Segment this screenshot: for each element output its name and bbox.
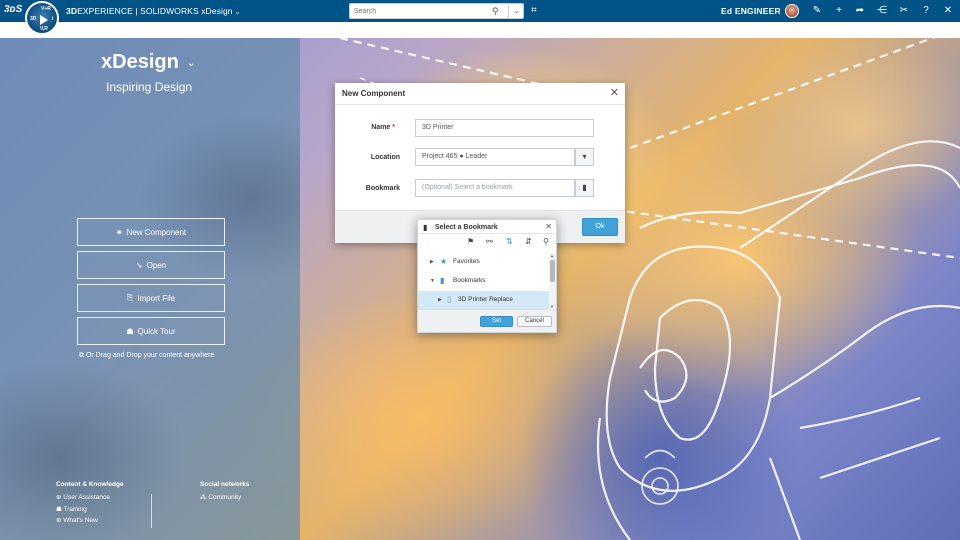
footer-divider [151,494,152,528]
plus-icon[interactable]: + [833,5,845,17]
search-box: ⚲ ⌄ [349,3,524,19]
open-icon: ➘ [135,260,143,270]
bookmark-picker-button[interactable]: ▮ [575,179,594,197]
footer-heading-social: Social networks [200,481,250,488]
tree-scrollbar[interactable]: ▲ ▼ [549,253,556,309]
set-button[interactable]: Set [480,316,513,327]
popup-footer: Set Cancel [418,309,556,332]
bookmark-icon: ▮ [582,183,587,192]
search-scope-dropdown[interactable]: ⌄ [508,5,524,18]
location-dropdown-button[interactable]: ▾ [575,148,594,166]
help-icon[interactable]: ? [920,5,932,17]
popup-title: Select a Bookmark [435,224,498,231]
brand-3d: 3D [66,6,78,16]
top-bar: 3ᴅS 3DEXPERIENCE | SOLIDWORKS xDesign⌄ ⚲… [0,0,960,22]
new-component-button[interactable]: ✷ New Component [77,218,225,246]
cancel-button[interactable]: Cancel [517,316,552,327]
location-field[interactable]: Project 465 ● Leader [415,148,575,166]
name-field[interactable]: 3D Printer [415,119,594,137]
collapse-icon[interactable]: ✕ [942,5,954,17]
location-label: Location [370,154,400,161]
ds-logo[interactable]: 3ᴅS [4,4,22,15]
footer-heading-content: Content & Knowledge [56,481,124,488]
compass-north: V+R [41,6,51,12]
open-button[interactable]: ➘ Open [77,251,225,279]
sort-ascending-icon[interactable]: ⇅ [506,237,513,246]
chevron-down-icon[interactable]: ⌄ [187,58,195,69]
open-label: Open [146,260,167,270]
drag-drop-hint: ⧉ Or Drag and Drop your content anywhere [79,352,215,359]
brand-solidworks: | SOLIDWORKS [132,6,202,16]
sort-descending-icon[interactable]: ⇵ [525,237,532,246]
bookmark-tree: ▶ ★ Favorites ▼ ▮ Bookmarks ▶ ▯ 3D Print… [418,253,549,309]
scrollbar-thumb[interactable] [550,260,555,282]
compass-west: i [52,16,54,22]
search-icon[interactable]: ⚲ [492,6,499,17]
new-component-icon: ✷ [115,227,123,237]
close-icon[interactable]: ✕ [610,86,619,99]
network-share-icon[interactable]: ⋲ [876,5,888,17]
app-title[interactable]: xDesign [101,51,179,74]
brand-experience: EXPERIENCE [77,6,133,16]
left-panel: xDesign ⌄ Inspiring Design ✷ New Componen… [0,38,300,540]
tools-icon[interactable]: ✂ [898,5,910,17]
search-input[interactable] [354,5,484,17]
star-icon: ★ [440,257,448,266]
whats-new-link[interactable]: ⊛ What's New [56,516,98,524]
expand-arrow-icon[interactable]: ▶ [430,259,434,265]
compass-icon[interactable]: V+R 3D i V,R [25,1,59,35]
bookmark-field[interactable]: (Optional) Select a bookmark [415,179,575,197]
avatar[interactable] [785,4,799,18]
compass-east: 3D [30,16,37,22]
training-icon: ☗ [56,506,64,513]
import-file-icon: ⎘ [126,293,134,302]
compass-south: V,R [40,26,48,32]
search-icon[interactable]: ⚲ [543,237,549,246]
popup-divider [418,233,556,234]
community-link[interactable]: ⁂ Community [200,493,241,501]
hierarchy-icon[interactable]: ⚯ [486,237,493,246]
tree-item-3d-printer-replace[interactable]: ▶ ▯ 3D Printer Replace [418,291,549,309]
training-link[interactable]: ☗ Training [56,505,87,513]
scroll-up-icon[interactable]: ▲ [550,253,554,258]
brand-title[interactable]: 3DEXPERIENCE | SOLIDWORKS xDesign ⌄ [66,6,241,16]
expand-arrow-icon[interactable]: ▶ [438,297,442,303]
tree-item-favorites[interactable]: ▶ ★ Favorites [418,253,549,272]
topbar-underlay [0,22,960,38]
import-file-button[interactable]: ⎘ Import File [77,284,225,312]
tree-item-bookmarks[interactable]: ▼ ▮ Bookmarks [418,272,549,291]
brand-app: xDesign [201,6,233,16]
bookmark-icon: ▮ [423,223,428,232]
comment-icon[interactable]: ✎ [811,5,823,17]
bookmark-folder-icon: ▮ [440,276,445,285]
chevron-down-icon: ⌄ [234,9,241,16]
dialog-title: New Component [342,89,406,98]
import-file-label: Import File [137,293,176,303]
bookmark-icon: ▯ [447,295,452,304]
quick-tour-button[interactable]: ☗ Quick Tour [77,317,225,345]
play-icon [40,15,48,25]
user-assistance-link[interactable]: ⊛ User Assistance [56,493,110,501]
required-marker: * [392,124,395,131]
share-arrow-icon[interactable]: ➦ [854,5,866,17]
quick-tour-label: Quick Tour [137,326,176,336]
tag-icon[interactable]: ⌗ [531,5,537,16]
close-icon[interactable]: ✕ [545,222,552,231]
ok-button[interactable]: Ok [582,218,618,236]
collapse-arrow-icon[interactable]: ▼ [430,278,435,284]
select-bookmark-popup: ▮ Select a Bookmark ✕ ⚑ ⚯ ⇅ ⇵ ⚲ ▶ ★ Favo… [417,219,557,333]
new-bookmark-icon[interactable]: ⚑ [467,237,474,246]
user-name[interactable]: Ed ENGINEER [721,6,781,16]
new-component-label: New Component [126,227,187,237]
dialog-divider [335,104,625,105]
name-label: Name * [371,124,395,131]
quick-tour-icon: ☗ [126,326,134,336]
app-subtitle: Inspiring Design [106,80,193,94]
bookmark-label: Bookmark [365,185,400,192]
drop-icon: ⧉ [79,352,86,359]
